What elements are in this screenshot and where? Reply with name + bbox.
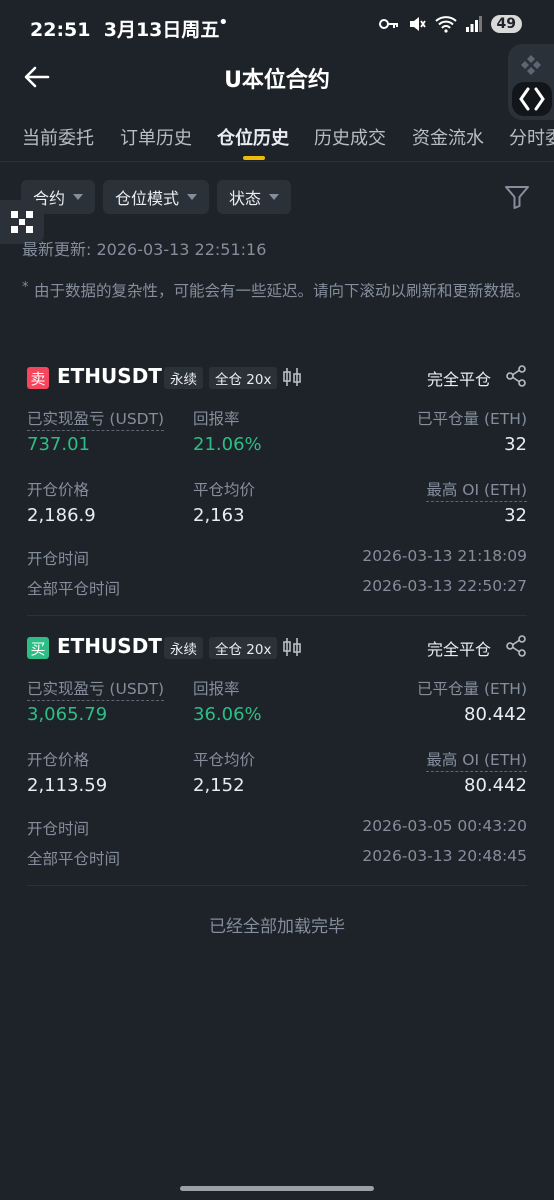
max-oi-label[interactable]: 最高 OI (ETH) (426, 748, 527, 772)
close-status-label: 完全平仓 (426, 640, 491, 659)
notice-asterisk: * (22, 280, 29, 295)
side-badge-sell: 卖 (27, 367, 49, 389)
symbol-name[interactable]: ETHUSDT (57, 364, 162, 388)
margin-leverage-tag: 全仓 20x (209, 367, 278, 389)
close-time-label: 全部平仓时间 (27, 850, 121, 868)
position-card-header: 买 ETHUSDT 永续 全仓 20x 完全平仓 (27, 634, 527, 662)
card-divider (27, 885, 527, 886)
roi-value: 36.06% (193, 704, 262, 725)
battery-indicator: 49 (490, 15, 522, 33)
position-card-header: 卖 ETHUSDT 永续 全仓 20x 完全平仓 (27, 364, 527, 392)
symbol-name[interactable]: ETHUSDT (57, 634, 162, 658)
max-oi-label[interactable]: 最高 OI (ETH) (426, 478, 527, 502)
tab-trade-history[interactable]: 历史成交 (314, 124, 386, 150)
tab-fund-flow[interactable]: 资金流水 (412, 124, 484, 150)
max-oi-value: 80.442 (464, 775, 527, 796)
floating-widget[interactable] (508, 44, 554, 120)
signal-icon (465, 16, 482, 32)
position-mode-filter[interactable]: 仓位模式 (103, 180, 210, 214)
status-icons: 49 (378, 15, 522, 33)
realized-pnl-label[interactable]: 已实现盈亏 (USDT) (27, 677, 165, 701)
closed-qty-value: 80.442 (464, 704, 527, 725)
share-icon[interactable] (505, 635, 527, 657)
side-badge-buy: 买 (27, 637, 49, 659)
tab-twap-orders[interactable]: 分时委 (509, 124, 554, 150)
closed-qty-label: 已平仓量 (ETH) (417, 680, 527, 698)
entry-price-label: 开仓价格 (27, 751, 90, 769)
page-title: U本位合约 (224, 68, 330, 93)
mute-icon (409, 17, 426, 31)
qr-code-icon (11, 211, 33, 233)
all-loaded-text: 已经全部加载完毕 (209, 917, 345, 937)
close-time-value: 2026-03-13 22:50:27 (362, 577, 527, 595)
tab-order-history[interactable]: 订单历史 (120, 124, 192, 150)
expand-arrows-icon[interactable] (512, 82, 552, 116)
header: U本位合约 (0, 54, 554, 100)
funnel-filter-icon[interactable] (504, 184, 530, 210)
close-time-value: 2026-03-13 20:48:45 (362, 847, 527, 865)
roi-value: 21.06% (193, 434, 262, 455)
status-bar: 22:51 3月13日周五 • 49 (0, 0, 554, 54)
realized-pnl-value: 737.01 (27, 434, 90, 455)
avg-close-value: 2,163 (193, 505, 245, 526)
avg-close-label: 平仓均价 (193, 751, 256, 769)
open-time-label: 开仓时间 (27, 820, 90, 838)
open-time-value: 2026-03-13 21:18:09 (362, 547, 527, 565)
open-time-value: 2026-03-05 00:43:20 (362, 817, 527, 835)
candlestick-chart-icon[interactable] (282, 636, 302, 658)
entry-price-value: 2,113.59 (27, 775, 108, 796)
chevron-down-icon (73, 194, 84, 200)
tab-current-orders[interactable]: 当前委托 (22, 124, 94, 150)
entry-price-value: 2,186.9 (27, 505, 96, 526)
card-divider (27, 615, 527, 616)
chevron-down-icon (187, 194, 198, 200)
delay-notice: * 由于数据的复杂性，可能会有一些延迟。请向下滚动以刷新和更新数据。 (22, 278, 542, 304)
closed-qty-label: 已平仓量 (ETH) (417, 410, 527, 428)
contract-type-tag: 永续 (164, 367, 203, 389)
tab-position-history[interactable]: 仓位历史 (217, 124, 289, 150)
wifi-icon (434, 16, 457, 33)
roi-label: 回报率 (193, 680, 240, 698)
closed-qty-value: 32 (504, 434, 527, 455)
status-filter-label: 状态 (229, 189, 262, 208)
chevron-down-icon (269, 194, 280, 200)
home-indicator[interactable] (180, 1186, 374, 1191)
last-update-text: 最新更新: 2026-03-13 22:51:16 (22, 240, 267, 259)
realized-pnl-label[interactable]: 已实现盈亏 (USDT) (27, 407, 165, 431)
candlestick-chart-icon[interactable] (282, 366, 302, 388)
key-icon (378, 19, 398, 29)
tab-bar: 当前委托 订单历史 仓位历史 历史成交 资金流水 分时委 (0, 118, 554, 162)
filter-bar: 合约 仓位模式 状态 (21, 180, 292, 214)
share-icon[interactable] (505, 365, 527, 387)
close-status-label: 完全平仓 (426, 370, 491, 389)
realized-pnl-value: 3,065.79 (27, 704, 108, 725)
entry-price-label: 开仓价格 (27, 481, 90, 499)
status-filter[interactable]: 状态 (217, 180, 292, 214)
notice-text: 由于数据的复杂性，可能会有一些延迟。请向下滚动以刷新和更新数据。 (34, 282, 531, 300)
margin-leverage-tag: 全仓 20x (209, 637, 278, 659)
max-oi-value: 32 (504, 505, 527, 526)
diamond-logo-icon (521, 55, 541, 75)
avg-close-label: 平仓均价 (193, 481, 256, 499)
position-mode-filter-label: 仓位模式 (115, 189, 180, 208)
active-tab-indicator (243, 156, 265, 160)
close-time-label: 全部平仓时间 (27, 580, 121, 598)
status-notification-dot: • (218, 12, 229, 33)
status-time: 22:51 3月13日周五 (30, 19, 220, 41)
roi-label: 回报率 (193, 410, 240, 428)
contract-type-tag: 永续 (164, 637, 203, 659)
avg-close-value: 2,152 (193, 775, 245, 796)
open-time-label: 开仓时间 (27, 550, 90, 568)
